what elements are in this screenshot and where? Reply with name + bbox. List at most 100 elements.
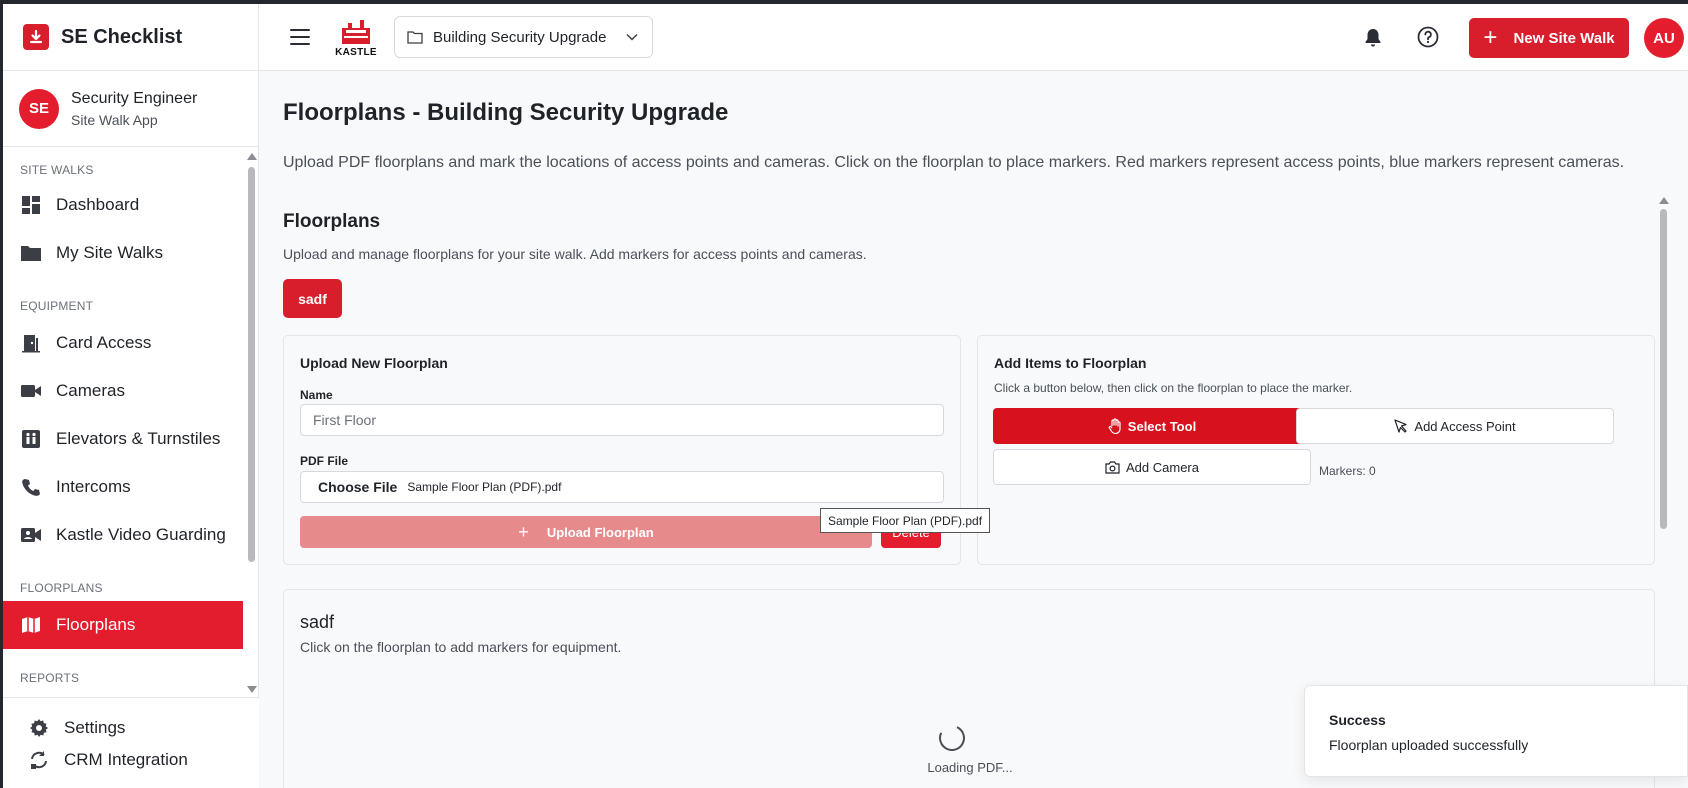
page-title: Floorplans - Building Security Upgrade	[283, 99, 729, 126]
project-select-value: Building Security Upgrade	[433, 28, 607, 46]
notifications-bell-icon[interactable]	[1364, 28, 1382, 53]
add-camera-label: Add Camera	[1126, 459, 1199, 475]
viewer-description: Click on the floorplan to add markers fo…	[300, 639, 622, 655]
add-items-card: Add Items to Floorplan Click a button be…	[977, 335, 1655, 565]
sidebar-item-crm-integration[interactable]: CRM Integration	[3, 744, 259, 776]
folder-icon	[407, 31, 423, 44]
sidebar-bottom: Settings CRM Integration	[3, 697, 259, 788]
crm-integration-label: CRM Integration	[64, 750, 188, 769]
pdf-file-input[interactable]: Choose File Sample Floor Plan (PDF).pdf	[300, 471, 944, 503]
sidebar-item-elevators[interactable]: Elevators & Turnstiles	[3, 415, 243, 463]
pdf-file-label: PDF File	[300, 454, 349, 468]
toast-title: Success	[1329, 712, 1386, 728]
scroll-up-arrow-icon[interactable]	[1659, 197, 1669, 204]
folder-icon	[20, 242, 42, 264]
user-avatar[interactable]: AU	[1644, 18, 1684, 58]
camera-icon	[1105, 460, 1120, 474]
plus-icon: +	[518, 521, 529, 542]
floorplan-tab-sadf[interactable]: sadf	[283, 279, 342, 318]
sidebar: SE Checklist SE Security Engineer Site W…	[0, 4, 259, 788]
selected-file-name: Sample Floor Plan (PDF).pdf	[407, 480, 562, 494]
section-description: Upload and manage floorplans for your si…	[283, 246, 867, 262]
new-site-walk-label: New Site Walk	[1513, 29, 1615, 47]
sidebar-item-dashboard[interactable]: Dashboard	[3, 181, 243, 229]
user-profile[interactable]: SE Security Engineer Site Walk App	[3, 71, 258, 147]
markers-count: Markers: 0	[1319, 464, 1376, 478]
elevator-icon	[20, 428, 42, 450]
download-icon	[23, 24, 49, 50]
scroll-up-arrow-icon[interactable]	[247, 153, 257, 160]
hand-icon	[1108, 418, 1122, 434]
sidebar-item-floorplans[interactable]: Floorplans	[3, 601, 243, 649]
settings-label: Settings	[64, 718, 126, 737]
door-icon	[20, 332, 42, 354]
chevron-down-icon	[626, 33, 638, 41]
section-title: Floorplans	[283, 211, 381, 232]
choose-file-button[interactable]: Choose File	[318, 479, 397, 495]
floorplan-name-input[interactable]: First Floor	[300, 404, 944, 436]
profile-name: Security Engineer	[71, 89, 198, 107]
main-content: Floorplans - Building Security Upgrade U…	[259, 71, 1688, 788]
map-icon	[20, 614, 42, 636]
phone-icon	[20, 476, 42, 498]
sidebar-item-kastle-video-guarding[interactable]: Kastle Video Guarding	[3, 511, 243, 559]
profile-subtitle: Site Walk App	[71, 111, 158, 128]
sidebar-nav: SITE WALKS Dashboard My Site Walks EQUIP…	[3, 149, 243, 697]
scrollbar-thumb[interactable]	[1660, 209, 1667, 529]
video-call-icon	[20, 524, 42, 546]
sidebar-item-label: Intercoms	[56, 477, 131, 496]
add-access-point-label: Add Access Point	[1414, 418, 1516, 434]
items-card-subtitle: Click a button below, then click on the …	[994, 381, 1353, 395]
nav-section-equipment: EQUIPMENT	[20, 299, 94, 313]
nav-section-reports: REPORTS	[20, 671, 80, 685]
sidebar-item-label: My Site Walks	[56, 243, 164, 262]
sidebar-item-settings[interactable]: Settings	[3, 712, 259, 744]
brand[interactable]: SE Checklist	[3, 4, 258, 71]
kastle-logo[interactable]: KASTLE	[335, 16, 377, 60]
name-field-label: Name	[300, 388, 333, 402]
castle-icon	[342, 20, 370, 44]
page-description: Upload PDF floorplans and mark the locat…	[283, 154, 1625, 171]
app-title: SE Checklist	[61, 25, 183, 48]
add-access-point-button[interactable]: Add Access Point	[1296, 408, 1614, 444]
sidebar-item-label: Kastle Video Guarding	[56, 525, 226, 544]
project-select[interactable]: Building Security Upgrade	[394, 16, 653, 58]
top-header: KASTLE Building Security Upgrade + New S…	[259, 4, 1688, 71]
toast-message: Floorplan uploaded successfully	[1329, 737, 1529, 753]
nav-section-floorplans: FLOORPLANS	[20, 581, 103, 595]
sidebar-item-intercoms[interactable]: Intercoms	[3, 463, 243, 511]
select-tool-label: Select Tool	[1127, 418, 1197, 434]
upload-floorplan-button[interactable]: + Upload Floorplan	[300, 516, 872, 548]
plus-icon: +	[1483, 24, 1498, 51]
add-camera-button[interactable]: Add Camera	[993, 449, 1311, 485]
gear-icon	[28, 717, 50, 739]
sidebar-item-label: Floorplans	[56, 615, 136, 634]
upload-button-label: Upload Floorplan	[546, 524, 654, 540]
sidebar-item-label: Card Access	[56, 333, 152, 352]
new-site-walk-button[interactable]: + New Site Walk	[1469, 18, 1629, 58]
scroll-down-arrow-icon[interactable]	[247, 686, 257, 693]
sidebar-item-label: Dashboard	[56, 195, 140, 214]
upload-card-title: Upload New Floorplan	[300, 355, 448, 371]
loading-spinner-icon	[935, 721, 969, 755]
file-name-tooltip: Sample Floor Plan (PDF).pdf	[820, 508, 991, 533]
items-card-title: Add Items to Floorplan	[994, 355, 1147, 371]
sidebar-item-my-site-walks[interactable]: My Site Walks	[3, 229, 243, 277]
sidebar-item-cameras[interactable]: Cameras	[3, 367, 243, 415]
sidebar-item-label: Elevators & Turnstiles	[56, 429, 221, 448]
video-camera-icon	[20, 380, 42, 402]
sidebar-scrollbar[interactable]	[246, 149, 257, 697]
scrollbar-thumb[interactable]	[248, 167, 255, 562]
sync-icon	[28, 749, 50, 771]
avatar: SE	[19, 88, 59, 129]
sidebar-item-label: Cameras	[56, 381, 125, 400]
sidebar-item-card-access[interactable]: Card Access	[3, 319, 243, 367]
nav-section-site-walks: SITE WALKS	[20, 163, 94, 177]
help-icon[interactable]	[1417, 26, 1439, 53]
select-tool-button[interactable]: Select Tool	[993, 408, 1311, 444]
floorplan-name: sadf	[300, 612, 335, 632]
dashboard-icon	[20, 194, 42, 216]
name-input-placeholder: First Floor	[313, 412, 376, 428]
success-toast[interactable]: Success Floorplan uploaded successfully	[1304, 685, 1688, 777]
hamburger-menu-icon[interactable]	[289, 26, 311, 48]
